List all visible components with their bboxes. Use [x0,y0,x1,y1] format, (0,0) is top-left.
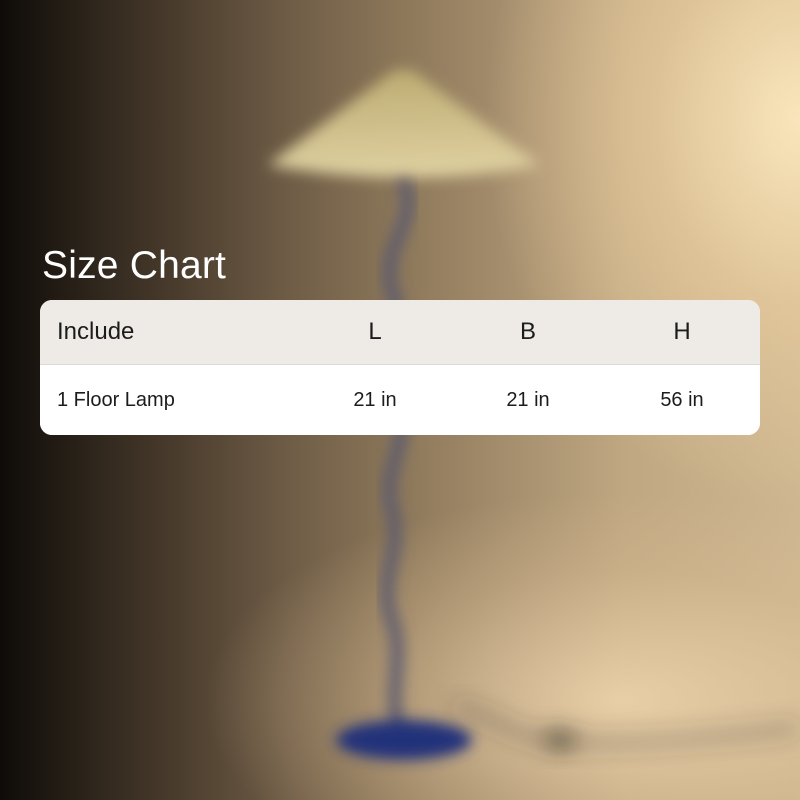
size-chart-table: Include L B H 1 Floor Lamp 21 in 21 in 5… [40,300,760,435]
table-row: 1 Floor Lamp 21 in 21 in 56 in [40,365,760,435]
header-height: H [673,318,691,345]
lamp-cord [454,702,800,748]
cell-item: 1 Floor Lamp [57,388,175,411]
cell-breadth: 21 in [506,388,550,411]
lamp-stem [380,178,415,742]
cell-height: 56 in [660,388,704,411]
cell-length: 21 in [353,388,397,411]
page-title: Size Chart [42,244,227,287]
lamp-base [336,720,472,760]
header-include: Include [57,318,135,345]
header-breadth: B [519,318,536,345]
lamp-shade [268,70,540,178]
header-length: L [368,318,382,345]
table-header-row: Include L B H [40,300,760,365]
